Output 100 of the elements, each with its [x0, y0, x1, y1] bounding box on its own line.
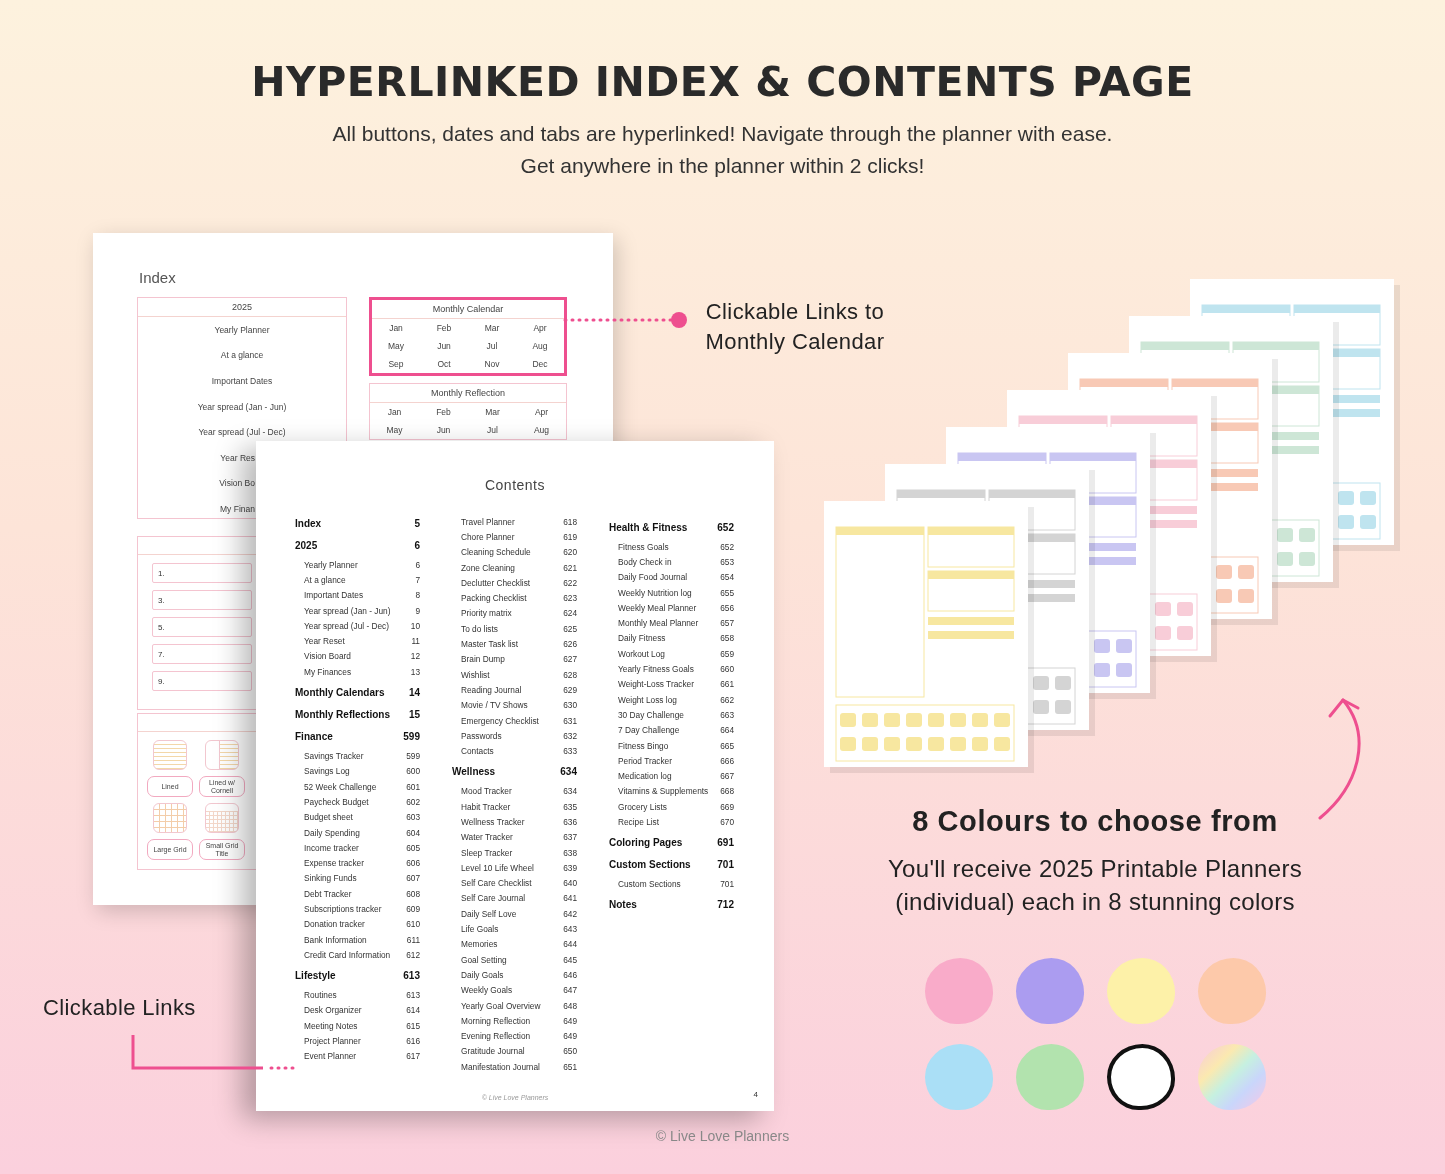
contents-link[interactable]: Mood Tracker [461, 786, 512, 797]
section-link[interactable]: My Finan [220, 503, 255, 514]
contents-link[interactable]: Manifestation Journal [461, 1061, 540, 1072]
contents-link[interactable]: Evening Reflection [461, 1031, 531, 1042]
contents-link[interactable]: Emergency Checklist [461, 715, 539, 726]
contents-link[interactable]: Wishlist [461, 669, 490, 680]
contents-link[interactable]: Weekly Nutrition log [618, 587, 692, 598]
contents-link[interactable]: Morning Reflection [461, 1015, 531, 1026]
contents-link[interactable]: Sleep Tracker [461, 847, 513, 858]
contents-link[interactable]: Passwords [461, 730, 502, 741]
contents-link[interactable]: Daily Fitness [618, 633, 666, 644]
contents-link[interactable]: Important Dates [304, 590, 364, 601]
contents-link[interactable]: Debt Tracker [304, 888, 352, 899]
contents-link[interactable]: Self Care Journal [461, 893, 526, 904]
contents-link[interactable]: Income tracker [304, 842, 359, 853]
contents-link[interactable]: Weekly Meal Planner [618, 602, 697, 613]
contents-link[interactable]: Brain Dump [461, 654, 505, 665]
section-link[interactable]: Year spread (Jul - Dec) [198, 427, 286, 438]
contents-link[interactable]: Daily Self Love [461, 908, 517, 919]
contents-link[interactable]: Grocery Lists [618, 801, 667, 812]
month-link[interactable]: Apr [517, 403, 566, 421]
contents-link[interactable]: Yearly Goal Overview [461, 1000, 541, 1011]
contents-link[interactable]: Custom Sections [609, 859, 691, 871]
contents-link[interactable]: Routines [304, 990, 337, 1001]
contents-link[interactable]: 2025 [295, 539, 318, 551]
contents-link[interactable]: Reading Journal [461, 684, 522, 695]
numbered-field[interactable]: 5. [152, 617, 252, 637]
contents-link[interactable]: Priority matrix [461, 608, 512, 619]
contents-link[interactable]: Lifestyle [295, 970, 336, 982]
contents-link[interactable]: Expense tracker [304, 858, 364, 869]
contents-link[interactable]: Period Tracker [618, 755, 672, 766]
contents-link[interactable]: Health & Fitness [609, 521, 688, 533]
contents-link[interactable]: Self Care Checklist [461, 878, 532, 889]
contents-link[interactable]: Yearly Fitness Goals [618, 664, 694, 674]
contents-link[interactable]: Savings Tracker [304, 751, 364, 761]
section-link[interactable]: Year Res [220, 452, 255, 463]
section-link[interactable]: Important Dates [211, 376, 273, 386]
contents-link[interactable]: Credit Card Information [304, 949, 391, 960]
contents-link[interactable]: Bank Information [304, 934, 367, 945]
contents-link[interactable]: Custom Sections [618, 879, 681, 890]
contents-link[interactable]: Wellness Tracker [461, 817, 525, 827]
contents-link[interactable]: Year Reset [304, 636, 345, 647]
month-link[interactable]: Aug [517, 421, 566, 439]
contents-link[interactable]: Declutter Checklist [461, 577, 531, 588]
contents-link[interactable]: Contacts [461, 746, 494, 757]
month-link[interactable]: Mar [468, 403, 517, 421]
contents-link[interactable]: At a glance [304, 574, 346, 585]
month-link[interactable]: Jun [419, 421, 468, 439]
contents-link[interactable]: Packing Checklist [461, 593, 527, 604]
contents-link[interactable]: Chore Planner [461, 531, 515, 542]
month-link[interactable]: Sep [372, 355, 420, 373]
contents-link[interactable]: My Finances [304, 666, 352, 677]
contents-link[interactable]: Workout Log [618, 648, 665, 659]
month-link[interactable]: Jun [420, 337, 468, 355]
contents-link[interactable]: Weight Loss log [618, 694, 677, 705]
contents-link[interactable]: Event Planner [304, 1051, 357, 1062]
contents-link[interactable]: Body Check in [618, 556, 672, 567]
contents-link[interactable]: Sinking Funds [304, 873, 357, 884]
contents-link[interactable]: Finance [295, 730, 333, 742]
contents-link[interactable]: Fitness Goals [618, 541, 669, 552]
contents-link[interactable]: Year spread (Jan - Jun) [304, 605, 391, 616]
contents-link[interactable]: Life Goals [461, 924, 499, 935]
contents-link[interactable]: Habit Tracker [461, 801, 511, 812]
contents-link[interactable]: Monthly Calendars [295, 686, 385, 698]
contents-link[interactable]: Coloring Pages [609, 837, 683, 849]
contents-link[interactable]: Project Planner [304, 1036, 361, 1047]
contents-link[interactable]: Water Tracker [461, 832, 513, 843]
contents-link[interactable]: Meeting Notes [304, 1020, 358, 1031]
contents-link[interactable]: 7 Day Challenge [618, 725, 680, 736]
numbered-field[interactable]: 3. [152, 590, 252, 610]
numbered-field[interactable]: 9. [152, 671, 252, 691]
contents-link[interactable]: Daily Food Journal [618, 572, 688, 583]
contents-link[interactable]: Fitness Bingo [618, 740, 669, 751]
contents-link[interactable]: 30 Day Challenge [618, 709, 684, 720]
section-link[interactable]: Year spread (Jan - Jun) [197, 401, 287, 412]
contents-link[interactable]: Desk Organizer [304, 1005, 362, 1016]
contents-link[interactable]: To do lists [461, 623, 498, 634]
month-link[interactable]: May [372, 337, 420, 355]
month-link[interactable]: Jan [372, 319, 420, 337]
month-link[interactable]: Nov [468, 355, 516, 373]
contents-link[interactable]: Recipe List [618, 817, 660, 827]
contents-link[interactable]: Daily Goals [461, 969, 504, 980]
contents-link[interactable]: Savings Log [304, 766, 350, 777]
contents-link[interactable]: Master Task list [461, 639, 519, 649]
contents-link[interactable]: Donation tracker [304, 919, 365, 930]
month-link[interactable]: Feb [419, 403, 468, 421]
contents-link[interactable]: Monthly Meal Planner [618, 618, 699, 629]
contents-link[interactable]: Goal Setting [461, 954, 507, 965]
contents-link[interactable]: Paycheck Budget [304, 796, 369, 807]
month-link[interactable]: May [370, 421, 419, 439]
contents-link[interactable]: Cleaning Schedule [461, 547, 531, 558]
month-link[interactable]: Feb [420, 319, 468, 337]
contents-link[interactable]: Travel Planner [461, 516, 515, 527]
contents-link[interactable]: Medication log [618, 771, 672, 782]
contents-link[interactable]: Notes [609, 899, 637, 911]
contents-link[interactable]: Yearly Planner [304, 559, 358, 570]
month-link[interactable]: Aug [516, 337, 564, 355]
contents-link[interactable]: Gratitude Journal [461, 1046, 525, 1057]
month-link[interactable]: Jul [468, 337, 516, 355]
contents-link[interactable]: Level 10 Life Wheel [461, 862, 534, 873]
